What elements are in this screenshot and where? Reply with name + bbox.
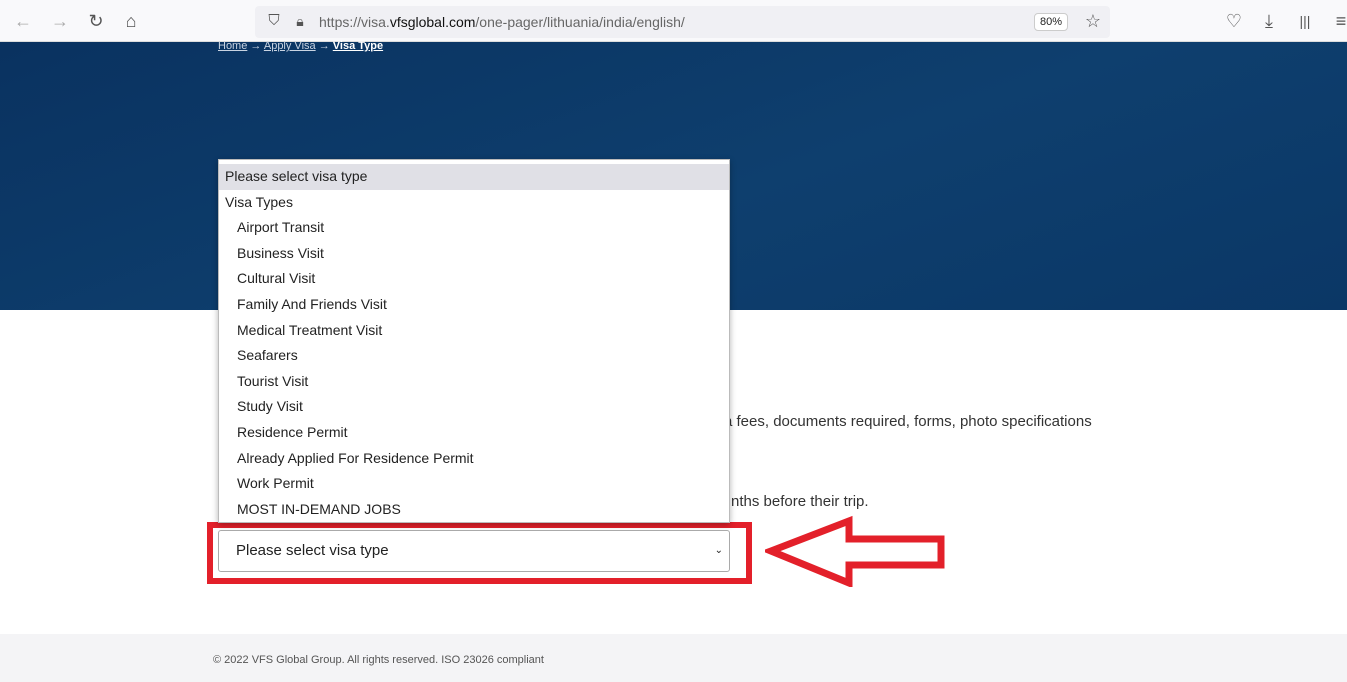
optgroup-visa-types: Visa Types xyxy=(225,193,293,210)
annotation-arrow-icon xyxy=(765,515,945,587)
option-airport-transit[interactable]: Airport Transit xyxy=(219,215,729,241)
breadcrumb-apply-visa[interactable]: Apply Visa xyxy=(264,40,316,52)
breadcrumb-sep: → xyxy=(318,40,330,52)
option-residence-permit[interactable]: Residence Permit xyxy=(219,420,729,446)
menu-icon[interactable]: ≡ xyxy=(1330,10,1347,32)
reload-icon[interactable]: ↻ xyxy=(85,10,107,32)
breadcrumb-visa-type[interactable]: Visa Type xyxy=(333,40,383,52)
option-already-applied-residence[interactable]: Already Applied For Residence Permit xyxy=(219,446,729,472)
option-business-visit[interactable]: Business Visit xyxy=(219,241,729,267)
library-icon[interactable]: ||| xyxy=(1294,10,1316,32)
url-host: vfsglobal.com xyxy=(389,14,476,30)
footer: © 2022 VFS Global Group. All rights rese… xyxy=(0,634,1347,682)
option-most-in-demand-jobs[interactable]: MOST IN-DEMAND JOBS xyxy=(219,497,729,523)
visa-type-dropdown-list[interactable]: Please select visa type Visa Types Airpo… xyxy=(218,159,730,523)
option-placeholder[interactable]: Please select visa type xyxy=(219,164,729,190)
option-medical-treatment-visit[interactable]: Medical Treatment Visit xyxy=(219,318,729,344)
zoom-level[interactable]: 80% xyxy=(1033,13,1068,31)
browser-toolbar: ← → ↻ ⌂ ⛉ 🔒︎ https://visa.vfsglobal.com/… xyxy=(0,0,1347,42)
home-icon[interactable]: ⌂ xyxy=(120,10,142,32)
select-value: Please select visa type xyxy=(236,542,389,559)
breadcrumb: Home → Apply Visa → Visa Type xyxy=(218,40,383,52)
option-work-permit[interactable]: Work Permit xyxy=(219,471,729,497)
visa-type-select[interactable]: Please select visa type ⌄ xyxy=(218,530,730,572)
forward-icon[interactable]: → xyxy=(49,10,71,32)
bookmark-star-icon[interactable]: ☆ xyxy=(1082,10,1104,32)
pocket-icon[interactable]: ♡ xyxy=(1223,10,1245,32)
option-study-visit[interactable]: Study Visit xyxy=(219,394,729,420)
lock-icon[interactable]: 🔒︎ xyxy=(289,10,311,32)
option-cultural-visit[interactable]: Cultural Visit xyxy=(219,266,729,292)
shield-icon[interactable]: ⛉ xyxy=(263,10,285,32)
option-seafarers[interactable]: Seafarers xyxy=(219,343,729,369)
option-tourist-visit[interactable]: Tourist Visit xyxy=(219,369,729,395)
url-text[interactable]: https://visa.vfsglobal.com/one-pager/lit… xyxy=(319,14,685,30)
back-icon[interactable]: ← xyxy=(12,10,34,32)
footer-copyright: © 2022 VFS Global Group. All rights rese… xyxy=(213,654,544,666)
chevron-down-icon: ⌄ xyxy=(714,545,723,556)
breadcrumb-sep: → xyxy=(250,40,262,52)
option-family-friends-visit[interactable]: Family And Friends Visit xyxy=(219,292,729,318)
body-text-line: nths before their trip. xyxy=(731,493,869,510)
url-prefix: https://visa. xyxy=(319,14,390,30)
download-icon[interactable]: ⤓ xyxy=(1258,10,1280,32)
breadcrumb-home[interactable]: Home xyxy=(218,40,247,52)
url-bar[interactable]: ⛉ 🔒︎ https://visa.vfsglobal.com/one-page… xyxy=(255,6,1110,38)
url-path: /one-pager/lithuania/india/english/ xyxy=(475,14,685,30)
body-text-line: a fees, documents required, forms, photo… xyxy=(724,413,1092,430)
